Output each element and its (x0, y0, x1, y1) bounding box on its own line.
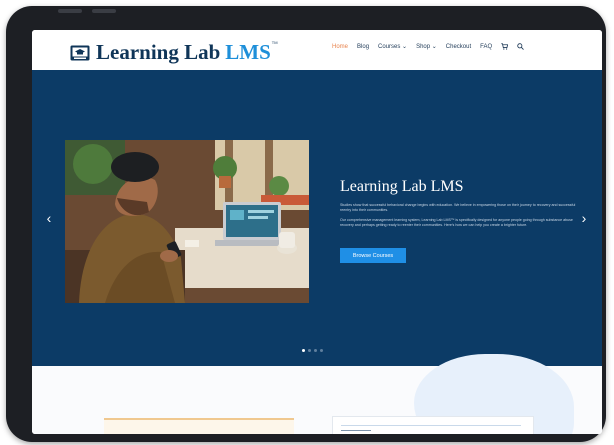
slide-dot-1[interactable] (302, 349, 305, 352)
slide-paragraph-1: Studies show that successful behavioral … (340, 203, 576, 212)
next-section-preview (32, 354, 602, 434)
feature-card-right (332, 416, 534, 434)
nav-item-checkout[interactable]: Checkout (446, 44, 471, 50)
slider-pagination (302, 349, 326, 352)
main-nav: Home Blog Courses ⌄ Shop ⌄ Checkout FAQ (332, 43, 533, 50)
prev-slide-arrow[interactable]: ‹ (44, 210, 54, 226)
man-with-laptop-photo (65, 140, 309, 303)
nav-item-home[interactable]: Home (332, 44, 348, 50)
next-slide-arrow[interactable]: › (579, 210, 589, 226)
tablet-frame: Learning Lab LMS TM Home Blog Courses ⌄ … (6, 6, 606, 442)
logo-text: Learning Lab (96, 40, 221, 64)
nav-item-faq[interactable]: FAQ (480, 44, 492, 50)
trademark-mark: TM (271, 40, 278, 45)
card-divider (341, 430, 371, 431)
tablet-volume-button (58, 9, 82, 13)
tablet-power-button (92, 9, 116, 13)
graduation-cap-icon (70, 45, 90, 60)
slide-dot-3[interactable] (314, 349, 317, 352)
logo-accent-text: LMS (225, 40, 271, 64)
site-logo[interactable]: Learning Lab LMS TM (70, 40, 278, 65)
cart-icon[interactable] (501, 43, 509, 50)
slide-paragraph-2: Our comprehensive management learning sy… (340, 218, 573, 227)
nav-item-courses[interactable]: Courses ⌄ (378, 43, 407, 50)
hero-slider: ‹ › Learning Lab LMS Studies show that s… (32, 70, 602, 366)
slide-dot-2[interactable] (308, 349, 311, 352)
browse-courses-button[interactable]: Browse Courses (340, 248, 406, 263)
search-icon[interactable] (517, 43, 525, 50)
slide-dot-4[interactable] (320, 349, 323, 352)
browser-viewport: Learning Lab LMS TM Home Blog Courses ⌄ … (32, 30, 602, 434)
feature-card-left (104, 418, 294, 434)
nav-item-blog[interactable]: Blog (357, 44, 369, 50)
site-header: Learning Lab LMS TM Home Blog Courses ⌄ … (32, 30, 602, 70)
card-divider (341, 425, 521, 426)
nav-item-shop[interactable]: Shop ⌄ (416, 43, 437, 50)
slide-title: Learning Lab LMS (340, 178, 464, 195)
slide-photo (65, 140, 309, 303)
